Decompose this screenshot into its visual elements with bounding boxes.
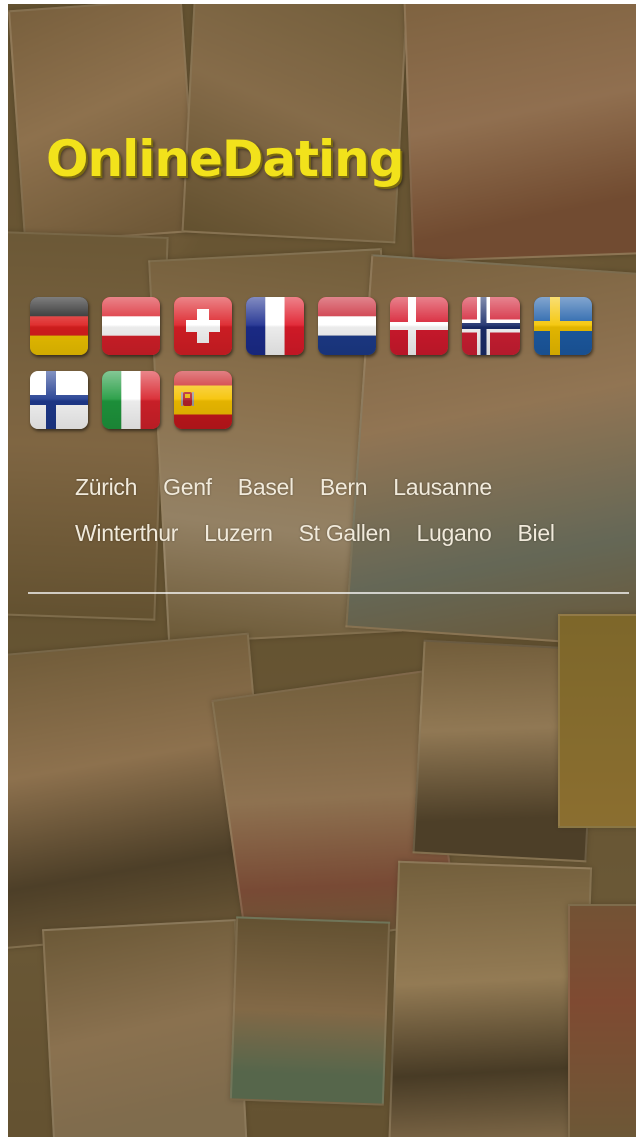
section-divider	[28, 592, 629, 594]
city-row-1: Zürich Genf Basel Bern Lausanne	[75, 474, 518, 501]
city-row-2: Winterthur Luzern St Gallen Lugano Biel	[75, 520, 581, 547]
flag-sweden-icon[interactable]	[534, 297, 592, 355]
city-link-winterthur[interactable]: Winterthur	[75, 520, 178, 546]
flag-austria-icon[interactable]	[102, 297, 160, 355]
flag-norway-icon[interactable]	[462, 297, 520, 355]
city-link-luzern[interactable]: Luzern	[204, 520, 273, 546]
flag-netherlands-icon[interactable]	[318, 297, 376, 355]
flag-france-icon[interactable]	[246, 297, 304, 355]
flag-denmark-icon[interactable]	[390, 297, 448, 355]
flag-spain-icon[interactable]	[174, 371, 232, 429]
site-logo[interactable]: OnlineDating	[46, 130, 405, 188]
city-link-genf[interactable]: Genf	[163, 474, 212, 500]
city-link-lausanne[interactable]: Lausanne	[393, 474, 492, 500]
city-link-st-gallen[interactable]: St Gallen	[299, 520, 391, 546]
flag-switzerland-icon[interactable]	[174, 297, 232, 355]
page: OnlineDating Zürich Genf Basel Bern Laus…	[8, 4, 636, 1137]
city-link-biel[interactable]: Biel	[517, 520, 554, 546]
city-link-basel[interactable]: Basel	[238, 474, 294, 500]
city-link-lugano[interactable]: Lugano	[417, 520, 492, 546]
city-link-bern[interactable]: Bern	[320, 474, 368, 500]
flag-germany-icon[interactable]	[30, 297, 88, 355]
city-link-zurich[interactable]: Zürich	[75, 474, 137, 500]
flag-finland-icon[interactable]	[30, 371, 88, 429]
flag-italy-icon[interactable]	[102, 371, 160, 429]
